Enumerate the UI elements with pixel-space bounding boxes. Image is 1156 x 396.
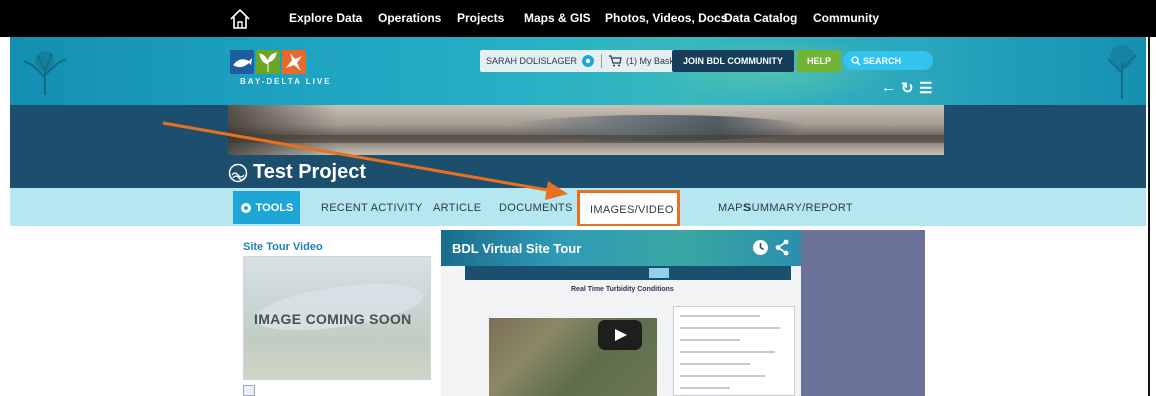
thumbnail-label: IMAGE COMING SOON — [254, 311, 412, 327]
video-data-panel — [673, 306, 795, 396]
top-navigation-bar: Explore Data Operations Projects Maps & … — [0, 0, 1156, 37]
logo-fish-icon[interactable] — [230, 50, 254, 74]
tree-silhouette-icon — [1107, 45, 1137, 99]
site-tour-title[interactable]: Site Tour Video — [243, 241, 323, 253]
header-banner: BAY-DELTA LIVE SARAH DOLISLAGER (1) My B… — [10, 37, 1146, 105]
logo-plant-icon[interactable] — [256, 50, 280, 74]
screenshot-frame: Explore Data Operations Projects Maps & … — [0, 0, 1156, 396]
join-community-button[interactable]: JOIN BDL COMMUNITY — [672, 50, 794, 72]
help-button[interactable]: HELP — [797, 50, 842, 72]
nav-operations[interactable]: Operations — [378, 11, 441, 25]
tools-button[interactable]: TOOLS — [233, 191, 300, 224]
user-name-link[interactable]: SARAH DOLISLAGER — [486, 56, 577, 66]
nav-explore-data[interactable]: Explore Data — [289, 11, 362, 25]
tab-article[interactable]: ARTICLE — [433, 202, 481, 214]
search-icon — [851, 55, 861, 65]
logo-wordmark: BAY-DELTA LIVE — [240, 77, 332, 86]
play-button[interactable] — [598, 320, 642, 350]
video-subtitle: Real Time Turbidity Conditions — [571, 286, 674, 293]
project-wave-icon — [228, 163, 248, 183]
site-tour-thumbnail[interactable]: IMAGE COMING SOON — [243, 256, 431, 380]
refresh-icon[interactable]: ↻ — [901, 79, 914, 97]
nav-community[interactable]: Community — [813, 11, 879, 25]
home-icon[interactable] — [228, 7, 252, 31]
gear-icon[interactable] — [581, 54, 595, 68]
nav-data-catalog[interactable]: Data Catalog — [724, 11, 797, 25]
search-placeholder: SEARCH — [863, 55, 902, 66]
tab-images-video-label: IMAGES/VIDEO — [590, 204, 674, 216]
nav-maps-gis[interactable]: Maps & GIS — [524, 11, 591, 25]
list-icon[interactable]: ☰ — [919, 79, 932, 97]
clock-icon[interactable] — [752, 239, 769, 256]
tab-images-video[interactable]: IMAGES/VIDEO — [577, 190, 680, 227]
divider — [601, 54, 603, 68]
tab-recent-activity[interactable]: RECENT ACTIVITY — [321, 202, 422, 214]
search-input[interactable]: SEARCH — [843, 51, 933, 70]
content-area: Site Tour Video IMAGE COMING SOON BDL Vi… — [0, 226, 1156, 396]
project-hero: Test Project — [10, 105, 1146, 188]
nav-projects[interactable]: Projects — [457, 11, 504, 25]
tree-silhouette-icon — [23, 51, 67, 95]
logo-bird-icon[interactable] — [282, 50, 306, 74]
gear-icon — [240, 202, 251, 213]
user-account-bar: SARAH DOLISLAGER (1) My Basket — [480, 50, 688, 72]
project-title: Test Project — [253, 161, 366, 183]
cart-icon[interactable] — [608, 55, 622, 67]
share-icon[interactable] — [775, 239, 789, 256]
broken-image-icon — [243, 385, 255, 396]
back-arrow-icon[interactable]: ← — [881, 79, 896, 96]
project-photo — [228, 105, 944, 155]
banner-tools: ← ↻ ☰ — [881, 79, 941, 97]
video-title[interactable]: BDL Virtual Site Tour — [452, 241, 581, 256]
tab-summary-report[interactable]: SUMMARY/REPORT — [744, 202, 853, 214]
nav-photos-videos-docs[interactable]: Photos, Videos, Docs — [605, 11, 727, 25]
tools-label: TOOLS — [255, 201, 294, 214]
video-player[interactable]: BDL Virtual Site Tour Real Time Turbidit… — [441, 230, 925, 396]
tab-documents[interactable]: DOCUMENTS — [499, 202, 573, 214]
